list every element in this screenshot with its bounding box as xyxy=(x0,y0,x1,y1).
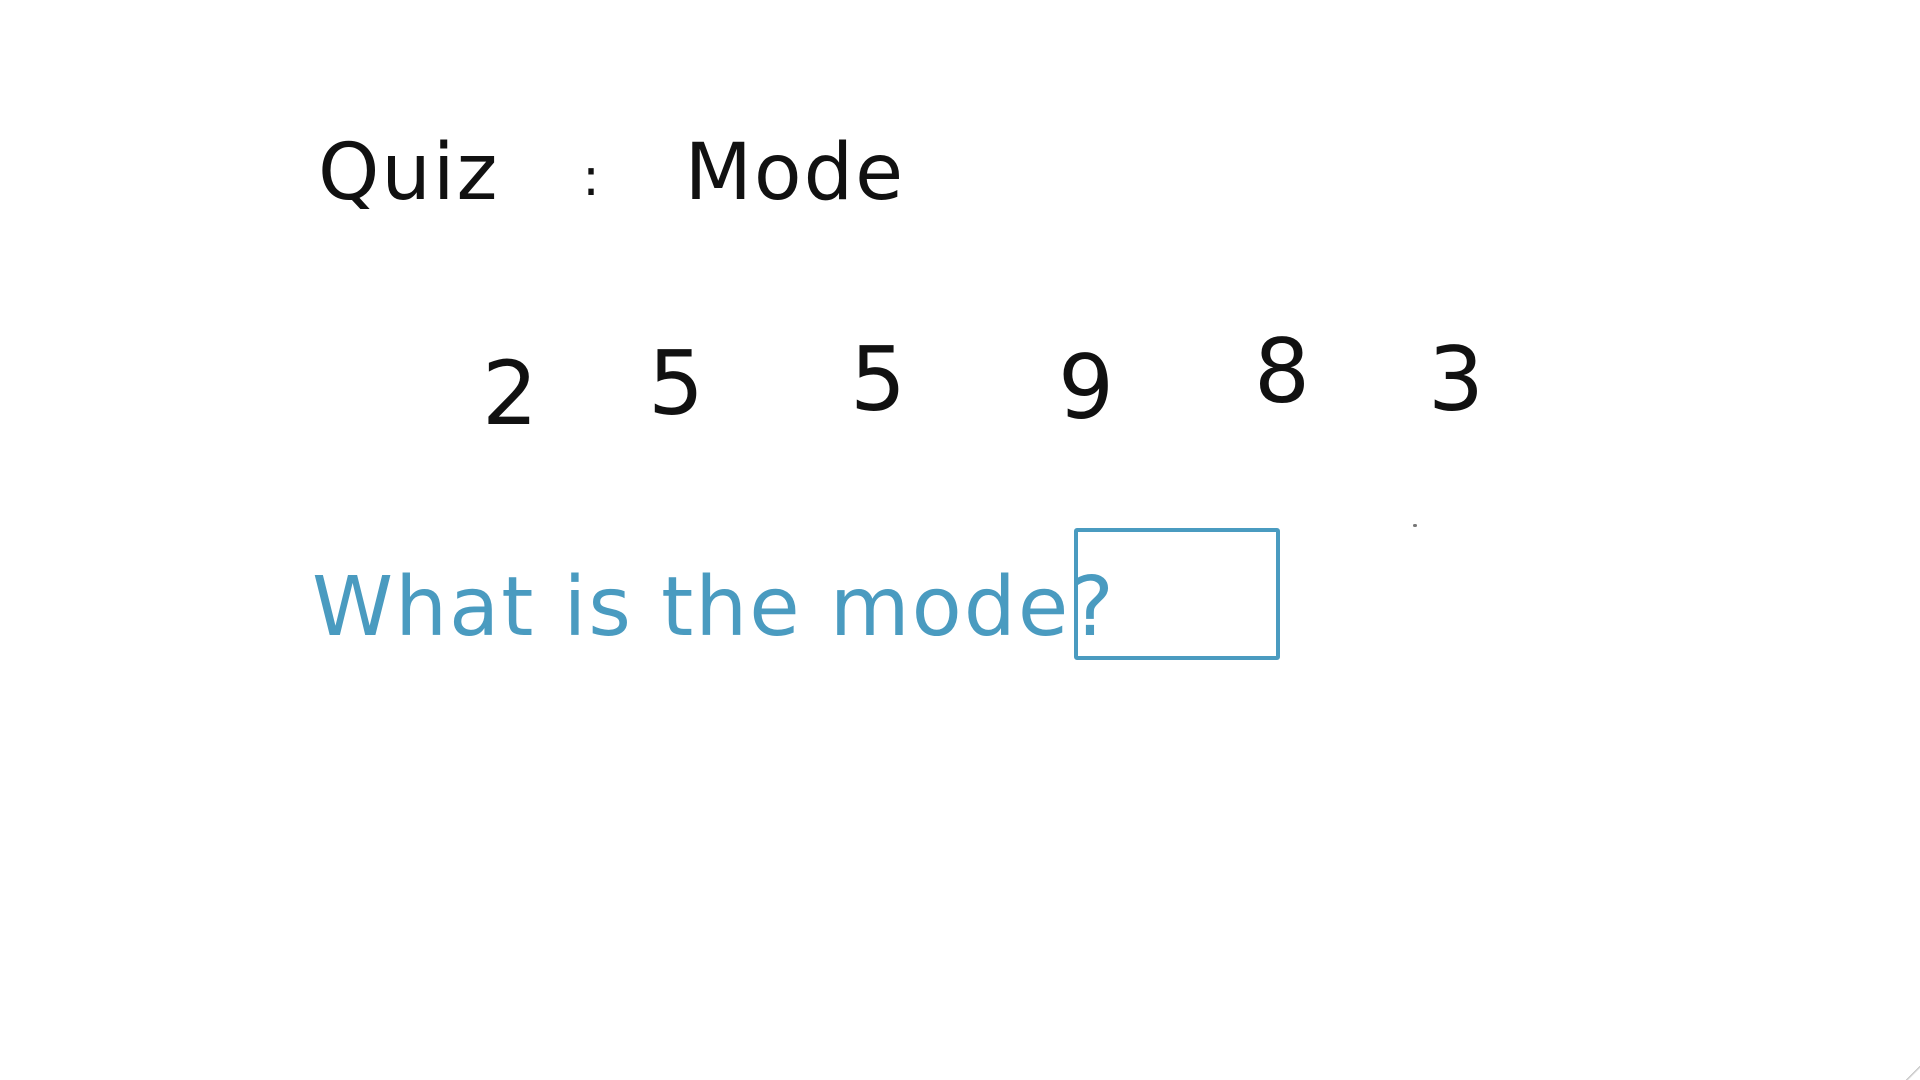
quiz-label: Quiz xyxy=(318,128,500,218)
number-item: 2 xyxy=(482,342,538,445)
question-text: What is the mode? xyxy=(312,560,1116,655)
resize-handle-icon xyxy=(1906,1066,1920,1080)
stray-dot xyxy=(1413,524,1417,527)
number-item: 5 xyxy=(850,328,906,431)
quiz-topic: Mode xyxy=(684,128,906,218)
quiz-title: Quiz : Mode xyxy=(318,128,905,218)
number-item: 3 xyxy=(1428,328,1484,431)
number-item: 9 xyxy=(1058,336,1114,439)
answer-input[interactable] xyxy=(1074,528,1280,660)
number-item: 8 xyxy=(1254,320,1310,423)
number-list: 2 5 5 9 8 3 xyxy=(0,320,1920,440)
quiz-canvas: Quiz : Mode 2 5 5 9 8 3 What is the mode… xyxy=(0,0,1920,1080)
number-item: 5 xyxy=(648,332,704,435)
quiz-separator: : xyxy=(582,147,602,208)
